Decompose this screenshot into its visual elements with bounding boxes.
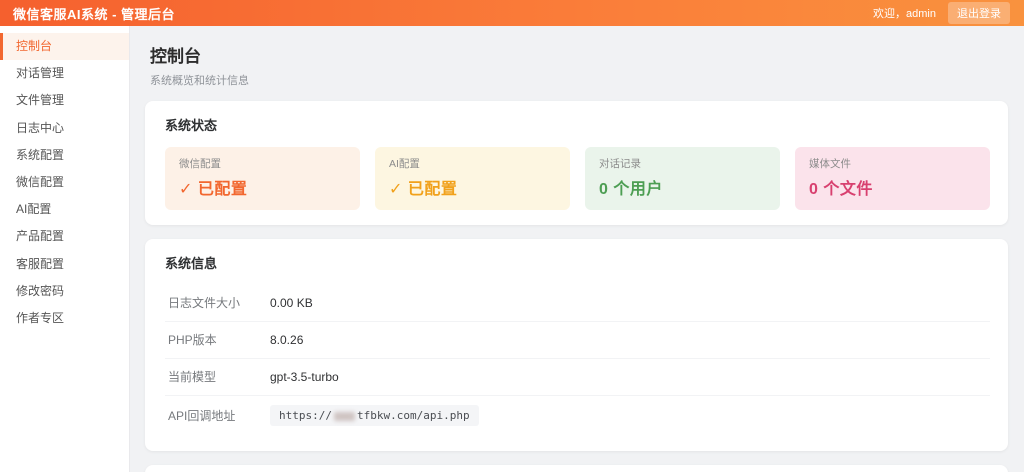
sidebar-item-label: 作者专区 xyxy=(16,310,65,325)
main-content: 控制台 系统概览和统计信息 系统状态 微信配置 ✓ 已配置 AI配置 ✓ 已配置… xyxy=(130,26,1024,472)
sidebar-item-0[interactable]: 控制台 xyxy=(0,33,129,61)
info-row: PHP版本 8.0.26 xyxy=(165,322,990,359)
status-box-row: 微信配置 ✓ 已配置 AI配置 ✓ 已配置 对话记录 0 个用户 媒体文件 0 … xyxy=(165,147,990,210)
sidebar-item-label: 客服配置 xyxy=(16,256,65,271)
system-status-card-title: 系统状态 xyxy=(165,118,218,133)
info-row-label: 当前模型 xyxy=(168,370,217,384)
info-row-value: gpt-3.5-turbo xyxy=(270,369,339,384)
sidebar-item-label: 修改密码 xyxy=(16,283,65,298)
status-box: 微信配置 ✓ 已配置 xyxy=(165,147,360,210)
sidebar-item-8[interactable]: 客服配置 xyxy=(0,251,129,278)
sidebar-item-label: 日志中心 xyxy=(16,120,65,135)
sidebar-item-label: AI配置 xyxy=(16,202,52,217)
page-subtitle: 系统概览和统计信息 xyxy=(150,75,249,87)
status-box-value: 0 个用户 xyxy=(599,181,663,198)
info-row: 日志文件大小 0.00 KB xyxy=(165,285,990,322)
info-row: API回调地址 https:// tfbkw.com/api.php xyxy=(165,396,990,436)
status-box-label: 对话记录 xyxy=(599,158,641,170)
url-prefix: https:// xyxy=(279,409,332,422)
api-callback-url-value: https:// tfbkw.com/api.php xyxy=(270,405,479,426)
system-info-card: 系统信息 日志文件大小 0.00 KB PHP版本 8.0.26 当前模型 gp… xyxy=(145,239,1008,451)
top-bar: 微信客服AI系统 - 管理后台 欢迎，admin 退出登录 xyxy=(0,0,1024,26)
sidebar-item-5[interactable]: 微信配置 xyxy=(0,169,129,196)
info-row-value: 0.00 KB xyxy=(270,295,313,310)
status-box-value: ✓ 已配置 xyxy=(389,181,458,198)
sidebar-item-3[interactable]: 日志中心 xyxy=(0,115,129,142)
status-box-label: 媒体文件 xyxy=(809,158,851,170)
info-row-value: 8.0.26 xyxy=(270,332,304,347)
info-row-label: API回调地址 xyxy=(168,409,236,423)
redacted-segment xyxy=(333,411,355,421)
sidebar-item-10[interactable]: 作者专区 xyxy=(0,305,129,332)
sidebar-item-1[interactable]: 对话管理 xyxy=(0,60,129,87)
sidebar-item-6[interactable]: AI配置 xyxy=(0,196,129,223)
status-box-label: AI配置 xyxy=(389,158,420,170)
info-row-list: 日志文件大小 0.00 KB PHP版本 8.0.26 当前模型 gpt-3.5… xyxy=(165,285,990,436)
app-title: 微信客服AI系统 - 管理后台 xyxy=(13,6,176,22)
status-box-label: 微信配置 xyxy=(179,158,221,170)
status-box: AI配置 ✓ 已配置 xyxy=(375,147,570,210)
sidebar-nav: 控制台 对话管理 文件管理 日志中心 系统配置 微信配置 AI配置 产品配置 客… xyxy=(0,26,130,472)
info-row: 当前模型 gpt-3.5-turbo xyxy=(165,359,990,396)
status-box-value: ✓ 已配置 xyxy=(179,181,248,198)
status-box: 对话记录 0 个用户 xyxy=(585,147,780,210)
welcome-text: 欢迎，admin xyxy=(873,8,936,20)
info-row-label: 日志文件大小 xyxy=(168,296,241,310)
sidebar-item-label: 微信配置 xyxy=(16,174,65,189)
layout: 控制台 对话管理 文件管理 日志中心 系统配置 微信配置 AI配置 产品配置 客… xyxy=(0,26,1024,472)
sidebar-item-9[interactable]: 修改密码 xyxy=(0,278,129,305)
top-bar-right: 欢迎，admin 退出登录 xyxy=(873,2,1010,24)
sidebar-item-label: 文件管理 xyxy=(16,93,65,108)
sidebar-item-2[interactable]: 文件管理 xyxy=(0,87,129,114)
url-suffix: tfbkw.com/api.php xyxy=(356,409,470,422)
system-info-card-title: 系统信息 xyxy=(165,256,218,271)
sidebar-item-7[interactable]: 产品配置 xyxy=(0,223,129,250)
sidebar-item-label: 控制台 xyxy=(16,39,53,53)
system-status-card: 系统状态 微信配置 ✓ 已配置 AI配置 ✓ 已配置 对话记录 0 个用户 媒体… xyxy=(145,101,1008,225)
info-row-label: PHP版本 xyxy=(168,333,217,347)
quick-actions-card: 快速操作 系统配置 微信配置 AI配置 产品配置 xyxy=(145,465,1008,472)
page-title: 控制台 xyxy=(150,47,201,66)
status-box-value: 0 个文件 xyxy=(809,181,873,198)
status-box: 媒体文件 0 个文件 xyxy=(795,147,990,210)
sidebar-item-4[interactable]: 系统配置 xyxy=(0,142,129,169)
logout-button[interactable]: 退出登录 xyxy=(948,2,1010,24)
sidebar-item-label: 对话管理 xyxy=(16,66,65,81)
sidebar-item-label: 产品配置 xyxy=(16,229,65,244)
sidebar-item-label: 系统配置 xyxy=(16,147,65,162)
